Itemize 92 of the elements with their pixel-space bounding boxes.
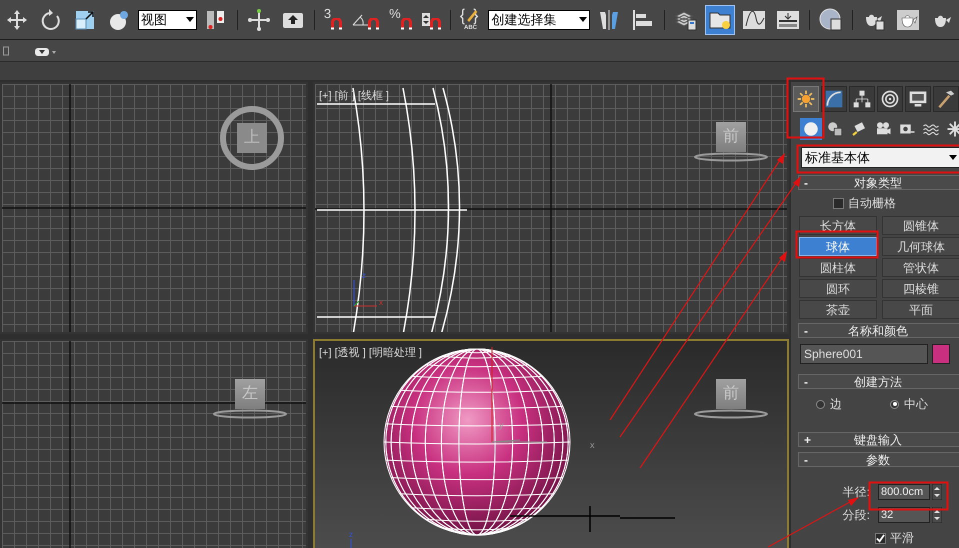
name-field[interactable]: Sphere001 xyxy=(800,344,928,364)
caret-icon xyxy=(949,155,957,160)
color-swatch[interactable] xyxy=(932,344,950,364)
magnet-icon xyxy=(368,18,380,30)
arc-icon xyxy=(824,89,844,109)
toggle-sign: - xyxy=(804,452,808,469)
checkbox[interactable] xyxy=(833,198,844,208)
object-type-button[interactable]: 圆柱体 xyxy=(799,258,877,277)
panel-tab[interactable] xyxy=(933,86,959,112)
magnet-icon xyxy=(331,18,342,30)
target-icon xyxy=(880,89,900,109)
object-type-button[interactable]: 平面 xyxy=(882,300,959,319)
radio-button[interactable] xyxy=(816,400,825,408)
magnet-icon xyxy=(430,18,441,30)
dropdown-value: 创建选择集 xyxy=(491,10,556,29)
category-button[interactable] xyxy=(800,118,822,140)
globe-icon xyxy=(819,8,844,32)
viewport-label[interactable]: [+] [前 ] [线框 ] xyxy=(319,88,389,104)
dropdown-value: 标准基本体 xyxy=(805,148,870,167)
spotlight-icon xyxy=(850,120,868,138)
dropdown[interactable]: 创建选择集 xyxy=(488,10,590,30)
sun-icon xyxy=(796,89,816,109)
object-type-button[interactable]: 四棱锥 xyxy=(882,279,959,298)
toggle-sign: - xyxy=(804,175,808,192)
object-type-button[interactable]: 球体 xyxy=(799,237,877,256)
spinner-icon[interactable] xyxy=(932,484,942,500)
radio-label: 中心 xyxy=(904,396,928,413)
rollout-header[interactable]: - 名称和颜色 xyxy=(798,323,959,338)
monitor-icon xyxy=(908,89,928,109)
hammer-icon xyxy=(936,89,956,109)
hierarchy-icon xyxy=(852,89,872,109)
axis-label: z xyxy=(362,272,366,280)
move-icon xyxy=(5,8,29,32)
object-type-button[interactable]: 圆锥体 xyxy=(882,216,959,235)
field-label: 分段: xyxy=(842,507,870,524)
snap-label: 3 xyxy=(324,6,332,22)
toolbar-button[interactable]: 3 xyxy=(320,4,346,34)
dropdown-value: 视图 xyxy=(141,10,167,29)
highlight-frame xyxy=(786,78,824,138)
caret-icon xyxy=(186,17,194,22)
compass-ring-icon xyxy=(693,152,769,162)
rollout-header[interactable]: + 键盘输入 xyxy=(798,432,959,447)
caret-icon xyxy=(35,48,57,56)
shapes-icon xyxy=(826,120,844,138)
axis-label: z xyxy=(349,531,353,539)
axis-label: x xyxy=(379,299,383,307)
rollout-title: 名称和颜色 xyxy=(848,322,908,340)
checkbox-label: 自动栅格 xyxy=(848,195,896,212)
number-field[interactable]: 800.0cm xyxy=(878,484,930,500)
checkbox-label: 平滑 xyxy=(890,530,914,547)
radio-label: 边 xyxy=(830,396,842,413)
panel-tab[interactable] xyxy=(849,86,875,112)
crosshair-icon xyxy=(246,8,271,32)
compass-ring-icon xyxy=(212,409,288,419)
teapot-icon xyxy=(896,8,920,32)
toggle-sign: - xyxy=(804,374,808,391)
radio-button[interactable] xyxy=(890,400,899,408)
toolbar-button[interactable]: % xyxy=(386,4,415,34)
object-type-button[interactable]: 茶壶 xyxy=(799,300,877,319)
dropdown[interactable]: 视图 xyxy=(138,10,198,30)
check-icon xyxy=(876,534,885,542)
gear-icon xyxy=(946,120,959,138)
rollout-header[interactable]: - 对象类型 xyxy=(798,175,959,190)
object-type-button[interactable]: 几何球体 xyxy=(882,237,959,256)
rollout-title: 参数 xyxy=(866,452,890,468)
panel-tab[interactable] xyxy=(877,86,903,112)
object-type-button[interactable]: 圆环 xyxy=(799,279,877,298)
rollout-header[interactable]: - 参数 xyxy=(798,452,959,467)
sphere-icon xyxy=(802,120,820,138)
viewport-label[interactable]: [+] [透视 ] [明暗处理 ] xyxy=(319,345,422,362)
toggle-sign: - xyxy=(804,323,808,340)
panel-toggle-icon[interactable] xyxy=(3,46,9,56)
dropdown-button[interactable] xyxy=(35,48,57,56)
spinner-icon xyxy=(422,13,430,26)
toggle-sign: + xyxy=(804,432,812,449)
pivot-label: x xyxy=(590,439,594,452)
rollout-title: 创建方法 xyxy=(854,374,902,390)
compass-ring-icon xyxy=(693,409,769,419)
rollout-title: 对象类型 xyxy=(854,174,902,192)
panel-tab[interactable] xyxy=(821,86,847,112)
rollout-header[interactable]: - 创建方法 xyxy=(798,374,959,389)
magnet-icon xyxy=(400,18,412,30)
viewport[interactable]: [+] [前 ] [线框 ] z x 前 xyxy=(313,82,789,334)
dropdown[interactable]: 标准基本体 xyxy=(801,147,959,168)
angle-icon xyxy=(352,14,368,26)
panel-tab[interactable] xyxy=(905,86,931,112)
checkbox[interactable] xyxy=(875,532,886,544)
snap-label: % xyxy=(389,6,401,22)
rollout-title: 键盘输入 xyxy=(854,432,902,448)
caret-icon xyxy=(579,17,588,22)
toolbar-button[interactable] xyxy=(705,4,736,34)
object-type-button[interactable]: 管状体 xyxy=(882,258,959,277)
